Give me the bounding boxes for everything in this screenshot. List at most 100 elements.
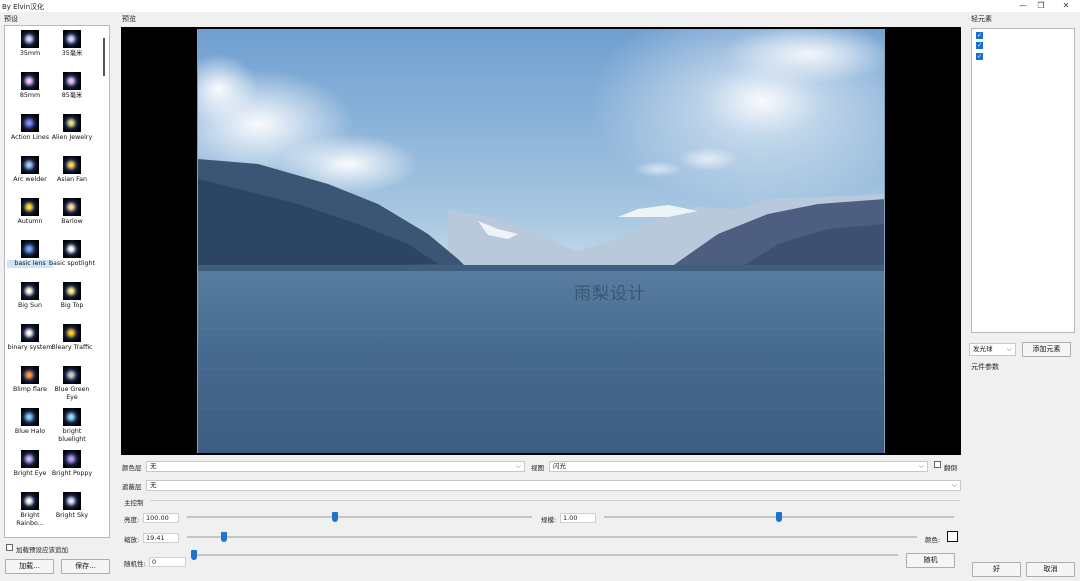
- preset-thumbnail-icon: [63, 408, 81, 426]
- preset-item[interactable]: Asian Fan: [49, 153, 95, 195]
- preset-item[interactable]: Blimp flare: [7, 363, 53, 405]
- window-title: By Elvin汉化: [2, 3, 45, 11]
- random-label: 随机性:: [124, 560, 146, 568]
- brightness-label: 亮度:: [124, 516, 140, 524]
- section-divider: [150, 500, 960, 501]
- preset-thumbnail-icon: [21, 282, 39, 300]
- random-slider-handle[interactable]: [191, 550, 197, 560]
- element-checkbox[interactable]: ✓: [976, 32, 983, 39]
- mask-layer-select[interactable]: 无 ⌵: [146, 480, 961, 491]
- brightness-input[interactable]: 100.00: [143, 513, 179, 523]
- minimize-icon[interactable]: —: [1013, 0, 1033, 12]
- preset-item[interactable]: bright bluelight: [49, 405, 95, 447]
- preset-thumbnail-icon: [21, 30, 39, 48]
- preset-item[interactable]: basic lens: [7, 237, 53, 279]
- zoom-slider-handle[interactable]: [220, 532, 227, 542]
- preset-label: basic lens: [7, 260, 53, 268]
- view-select[interactable]: 闪光 ⌵: [549, 461, 928, 472]
- preset-item[interactable]: Big Top: [49, 279, 95, 321]
- lens-flare-dialog: By Elvin汉化 — ❐ ✕ 预设 35mm 35毫米 85mm 85毫米 Acti…: [0, 0, 1080, 581]
- random-button[interactable]: 随机: [906, 553, 955, 568]
- mask-layer-label: 遮蔽层: [122, 483, 142, 491]
- preset-item[interactable]: Barlow: [49, 195, 95, 237]
- preset-item[interactable]: Autumn: [7, 195, 53, 237]
- preset-thumbnail-icon: [63, 30, 81, 48]
- brightness-slider-handle[interactable]: [332, 512, 339, 522]
- restore-icon[interactable]: ❐: [1031, 0, 1051, 12]
- element-params-title: 元件参数: [971, 363, 999, 371]
- preset-item[interactable]: Bleary Traffic: [49, 321, 95, 363]
- preset-thumbnail-icon: [21, 198, 39, 216]
- random-input[interactable]: 0: [149, 557, 186, 567]
- preset-label: bright bluelight: [58, 428, 86, 443]
- random-slider-track[interactable]: [194, 554, 898, 556]
- preset-thumbnail-icon: [21, 156, 39, 174]
- preset-thumbnail-icon: [63, 450, 81, 468]
- preset-item[interactable]: 35mm: [7, 27, 53, 69]
- cancel-button[interactable]: 取消: [1026, 562, 1075, 577]
- preset-thumbnail-icon: [63, 114, 81, 132]
- preset-item[interactable]: Bright Rainbo...: [7, 489, 53, 531]
- scale-input[interactable]: 1.00: [560, 513, 596, 523]
- preset-label: Asian Fan: [56, 176, 88, 183]
- title-bar: By Elvin汉化 — ❐ ✕: [0, 0, 1080, 12]
- preset-item[interactable]: Big Sun: [7, 279, 53, 321]
- scale-label: 规模:: [541, 516, 557, 524]
- preset-thumbnail-icon: [21, 114, 39, 132]
- preset-label: Big Sun: [17, 302, 43, 309]
- preset-item[interactable]: Bright Eye: [7, 447, 53, 489]
- watermark-text: 雨梨设计: [574, 284, 646, 304]
- preset-item[interactable]: Arc welder: [7, 153, 53, 195]
- preset-item[interactable]: 85毫米: [49, 69, 95, 111]
- preset-item[interactable]: basic spotlight: [49, 237, 95, 279]
- preset-label: Barlow: [61, 218, 83, 225]
- preset-thumbnail-icon: [21, 366, 39, 384]
- flip-checkbox[interactable]: [934, 461, 941, 468]
- preset-thumbnail-icon: [21, 408, 39, 426]
- zoom-input[interactable]: 19.41: [143, 533, 179, 543]
- preset-label: Bright Eye: [13, 470, 47, 477]
- preset-label: Blue Halo: [14, 428, 46, 435]
- preview-title: 预览: [122, 15, 136, 23]
- color-layer-select[interactable]: 无 ⌵: [146, 461, 525, 472]
- preset-item[interactable]: Bright Poppy: [49, 447, 95, 489]
- preset-thumbnail-icon: [63, 324, 81, 342]
- color-label: 颜色:: [925, 536, 941, 544]
- preset-thumbnail-icon: [21, 492, 39, 510]
- chevron-down-icon: ⌵: [951, 481, 957, 489]
- ok-button[interactable]: 好: [972, 562, 1021, 577]
- preset-item[interactable]: Bright Sky: [49, 489, 95, 531]
- close-icon[interactable]: ✕: [1056, 0, 1076, 12]
- zoom-slider-track[interactable]: [187, 536, 917, 538]
- preset-item[interactable]: Blue Green Eye: [49, 363, 95, 405]
- element-checkbox[interactable]: ✓: [976, 42, 983, 49]
- chevron-down-icon: ⌵: [918, 462, 924, 470]
- scale-slider-handle[interactable]: [776, 512, 782, 522]
- color-swatch[interactable]: [947, 531, 958, 542]
- preset-scrollbar[interactable]: [103, 38, 105, 76]
- save-button[interactable]: 保存...: [61, 559, 110, 574]
- preset-item[interactable]: Alien Jewelry: [49, 111, 95, 153]
- main-control-title: 主控制: [124, 499, 144, 507]
- light-elements-title: 轻元素: [971, 15, 992, 23]
- preset-item[interactable]: 85mm: [7, 69, 53, 111]
- preset-item[interactable]: 35毫米: [49, 27, 95, 69]
- preview-canvas[interactable]: 雨梨设计: [121, 27, 961, 455]
- preset-label: 85mm: [19, 92, 41, 99]
- preset-item[interactable]: binary system: [7, 321, 53, 363]
- mask-layer-value: 无: [150, 481, 157, 489]
- zoom-label: 缩放:: [124, 536, 140, 544]
- preset-item[interactable]: Action Lines: [7, 111, 53, 153]
- presets-title: 预设: [4, 15, 18, 23]
- element-checkbox[interactable]: ✓: [976, 53, 983, 60]
- load-button[interactable]: 加载...: [5, 559, 54, 574]
- preset-item[interactable]: Blue Halo: [7, 405, 53, 447]
- preset-thumbnail-icon: [63, 240, 81, 258]
- preset-label: 35mm: [19, 50, 41, 57]
- add-element-button[interactable]: 添加元素: [1022, 342, 1071, 357]
- preset-label: Bright Rainbo...: [16, 512, 44, 527]
- brightness-slider-track[interactable]: [187, 516, 532, 518]
- element-type-select[interactable]: 发光球 ⌵: [969, 343, 1016, 356]
- load-append-label: 加载预设应该追加: [16, 546, 68, 554]
- load-append-checkbox[interactable]: [6, 544, 13, 551]
